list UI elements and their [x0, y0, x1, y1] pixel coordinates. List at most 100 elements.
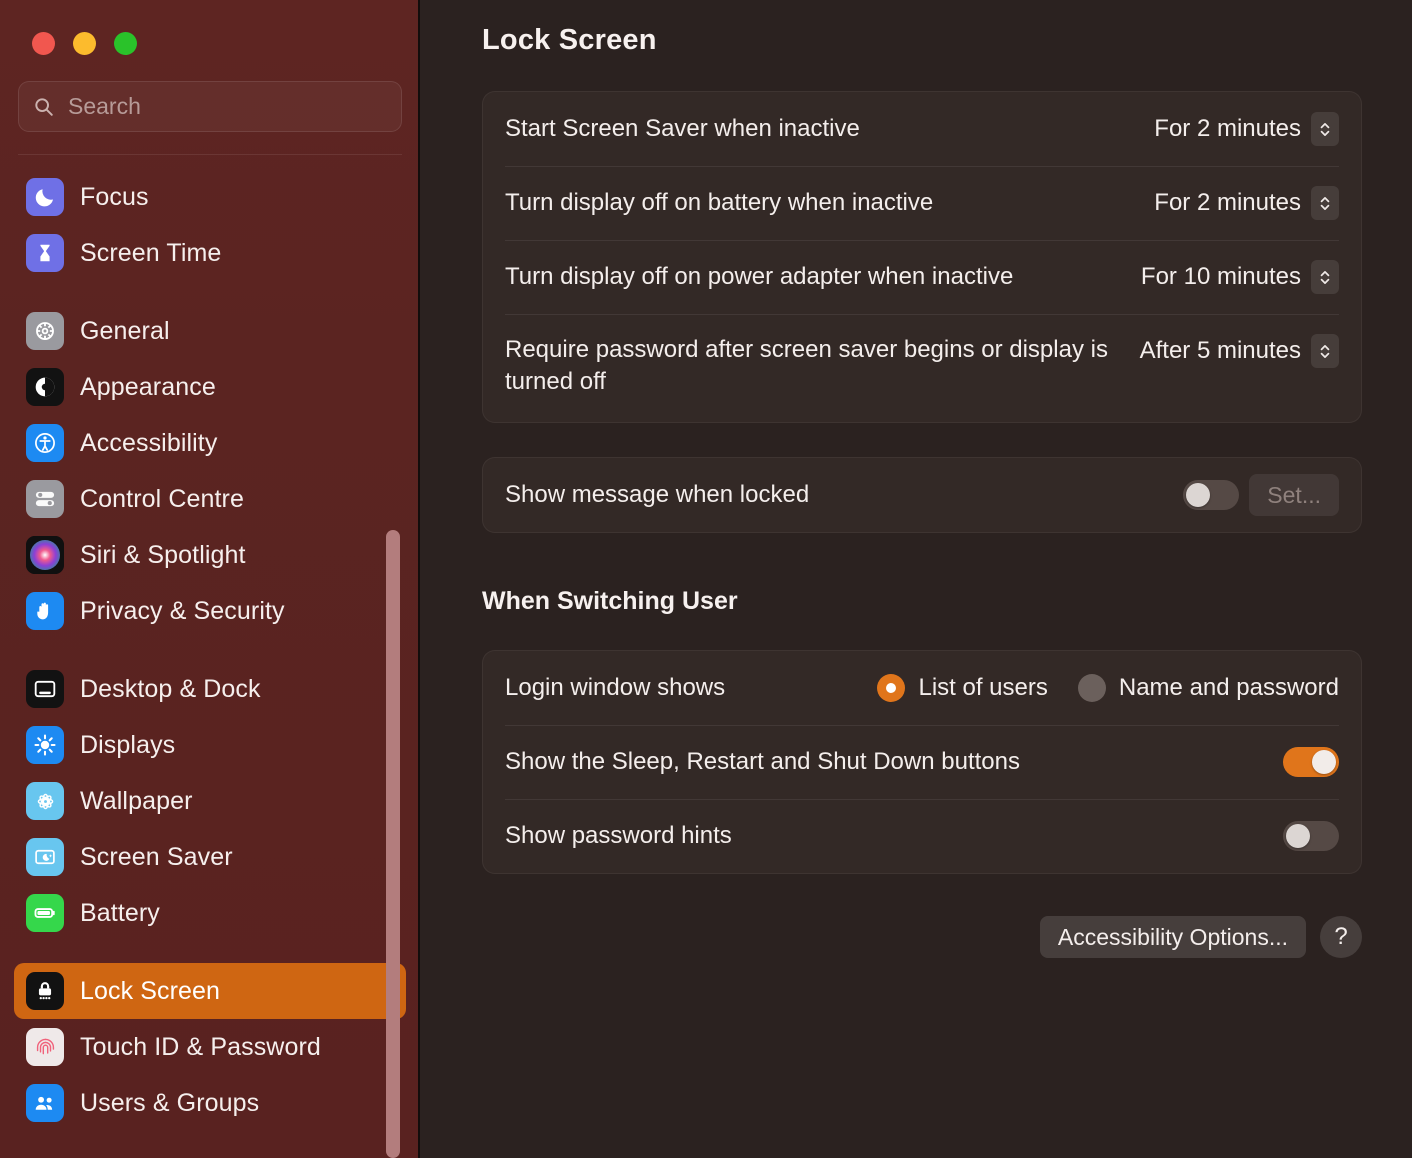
sidebar-item-label: Lock Screen [80, 977, 220, 1006]
power-adapter-display-off-value: For 10 minutes [1141, 263, 1301, 291]
timing-settings-card: Start Screen Saver when inactive For 2 m… [482, 91, 1362, 423]
row-show-password-hints: Show password hints [483, 799, 1361, 873]
sidebar-item-lock-screen[interactable]: Lock Screen [14, 963, 406, 1019]
row-label: Show message when locked [505, 479, 1183, 511]
zoom-button[interactable] [114, 32, 137, 55]
sidebar-item-label: Touch ID & Password [80, 1033, 321, 1062]
hourglass-icon [26, 234, 64, 272]
show-password-hints-toggle[interactable] [1283, 821, 1339, 851]
row-label: Start Screen Saver when inactive [505, 113, 1154, 145]
sidebar-item-label: Screen Time [80, 239, 221, 268]
screen-saver-delay-value: For 2 minutes [1154, 115, 1301, 143]
row-require-password: Require password after screen saver begi… [483, 314, 1361, 422]
radio-list-of-users[interactable]: List of users [877, 674, 1047, 702]
page-title: Lock Screen [482, 0, 1362, 57]
row-start-screen-saver: Start Screen Saver when inactive For 2 m… [483, 92, 1361, 166]
accessibility-icon [26, 424, 64, 462]
row-control: For 2 minutes [1154, 112, 1339, 146]
show-message-toggle[interactable] [1183, 480, 1239, 510]
sidebar-item-appearance[interactable]: Appearance [14, 359, 406, 415]
sidebar-item-desktop-dock[interactable]: Desktop & Dock [14, 661, 406, 717]
sidebar-item-users-groups[interactable]: Users & Groups [14, 1075, 406, 1131]
sidebar-item-screen-time[interactable]: Screen Time [14, 225, 406, 281]
sidebar-group-1: Focus Screen Time [14, 163, 406, 287]
minimize-button[interactable] [73, 32, 96, 55]
show-power-buttons-toggle[interactable] [1283, 747, 1339, 777]
sidebar-item-label: Privacy & Security [80, 597, 285, 626]
row-display-off-battery: Turn display off on battery when inactiv… [483, 166, 1361, 240]
set-message-button[interactable]: Set... [1249, 474, 1339, 516]
search-input[interactable] [68, 93, 387, 120]
battery-display-off-value: For 2 minutes [1154, 189, 1301, 217]
sidebar-item-control-centre[interactable]: Control Centre [14, 471, 406, 527]
system-settings-window: Focus Screen Time [0, 0, 1412, 1158]
sidebar-item-displays[interactable]: Displays [14, 717, 406, 773]
sidebar-group-3: Desktop & Dock Displays [14, 655, 406, 947]
sidebar-item-label: Focus [80, 183, 149, 212]
power-adapter-display-off-stepper[interactable] [1311, 260, 1339, 294]
sidebar-item-focus[interactable]: Focus [14, 169, 406, 225]
appearance-contrast-icon [26, 368, 64, 406]
switching-user-card: Login window shows List of users Name an… [482, 650, 1362, 874]
lock-message-card: Show message when locked Set... [482, 457, 1362, 533]
row-label: Show the Sleep, Restart and Shut Down bu… [505, 746, 1283, 778]
row-show-power-buttons: Show the Sleep, Restart and Shut Down bu… [483, 725, 1361, 799]
screen-saver-icon [26, 838, 64, 876]
sidebar-item-label: Control Centre [80, 485, 244, 514]
toggle-knob [1312, 750, 1336, 774]
row-display-off-power-adapter: Turn display off on power adapter when i… [483, 240, 1361, 314]
traffic-lights [0, 0, 420, 55]
sidebar-item-label: Screen Saver [80, 843, 233, 872]
row-label: Turn display off on power adapter when i… [505, 261, 1141, 293]
radio-dot-icon [1078, 674, 1106, 702]
sidebar-item-siri-spotlight[interactable]: Siri & Spotlight [14, 527, 406, 583]
sidebar-item-wallpaper[interactable]: Wallpaper [14, 773, 406, 829]
sidebar-item-general[interactable]: General [14, 303, 406, 359]
desktop-dock-icon [26, 670, 64, 708]
sidebar-item-label: Battery [80, 899, 160, 928]
sidebar-item-label: Users & Groups [80, 1089, 259, 1118]
radio-dot-icon [877, 674, 905, 702]
lock-icon [26, 972, 64, 1010]
row-control: After 5 minutes [1140, 334, 1339, 368]
search-container [0, 55, 420, 155]
row-control: Set... [1183, 474, 1339, 516]
sidebar-item-label: Appearance [80, 373, 216, 402]
row-label: Require password after screen saver begi… [505, 334, 1140, 397]
sidebar-item-label: Accessibility [80, 429, 217, 458]
sidebar-item-privacy-security[interactable]: Privacy & Security [14, 583, 406, 639]
row-control [1283, 747, 1339, 777]
battery-display-off-stepper[interactable] [1311, 186, 1339, 220]
sidebar-scrollbar-thumb[interactable] [386, 530, 400, 1158]
row-show-message-when-locked: Show message when locked Set... [483, 458, 1361, 532]
focus-moon-icon [26, 178, 64, 216]
sidebar-item-battery[interactable]: Battery [14, 885, 406, 941]
row-login-window-shows: Login window shows List of users Name an… [483, 651, 1361, 725]
row-label: Turn display off on battery when inactiv… [505, 187, 1154, 219]
search-box[interactable] [18, 81, 402, 132]
sidebar-item-label: Displays [80, 731, 175, 760]
sidebar-item-accessibility[interactable]: Accessibility [14, 415, 406, 471]
sidebar-item-touch-id-password[interactable]: Touch ID & Password [14, 1019, 406, 1075]
require-password-stepper[interactable] [1311, 334, 1339, 368]
sidebar-scrollbar[interactable] [396, 0, 410, 1158]
help-button[interactable]: ? [1320, 916, 1362, 958]
toggle-knob [1186, 483, 1210, 507]
row-label: Login window shows [505, 672, 877, 704]
accessibility-options-button[interactable]: Accessibility Options... [1040, 916, 1306, 958]
privacy-hand-icon [26, 592, 64, 630]
wallpaper-flower-icon [26, 782, 64, 820]
toggle-knob [1286, 824, 1310, 848]
sidebar-group-4: Lock Screen Touch ID & Password [14, 957, 406, 1137]
control-centre-icon [26, 480, 64, 518]
brightness-icon [26, 726, 64, 764]
battery-icon [26, 894, 64, 932]
sidebar: Focus Screen Time [0, 0, 420, 1158]
login-window-radio-group: List of users Name and password [877, 674, 1339, 702]
sidebar-group-2: General Appearance Accessibilit [14, 297, 406, 645]
screen-saver-delay-stepper[interactable] [1311, 112, 1339, 146]
sidebar-item-screen-saver[interactable]: Screen Saver [14, 829, 406, 885]
radio-name-and-password[interactable]: Name and password [1078, 674, 1339, 702]
radio-label: List of users [918, 674, 1047, 702]
close-button[interactable] [32, 32, 55, 55]
